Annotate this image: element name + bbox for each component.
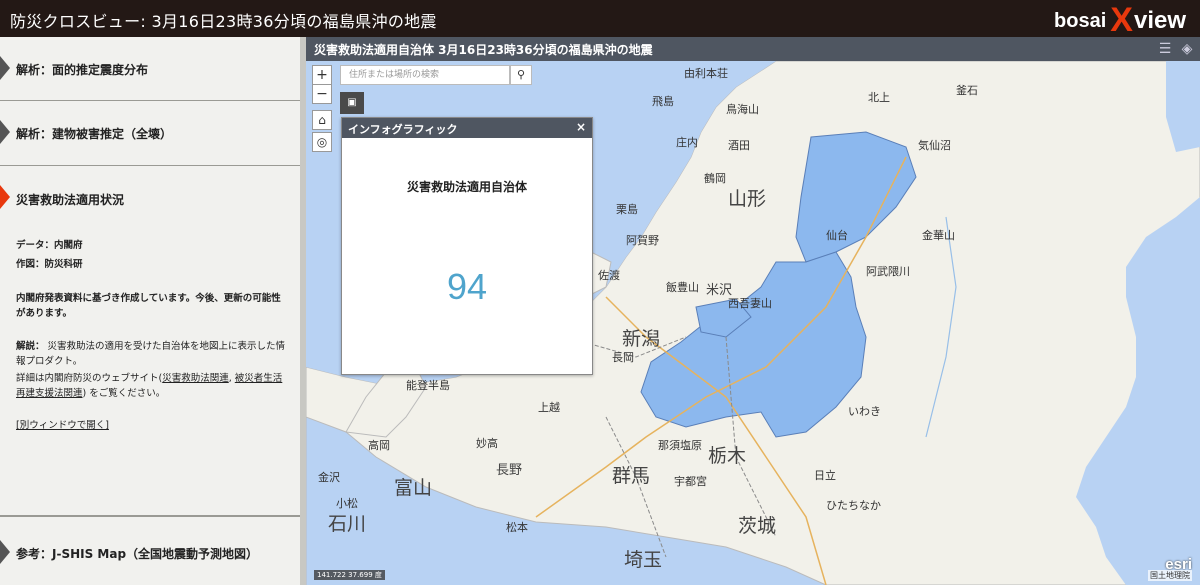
update-note: 内閣府発表資料に基づき作成しています。今後、更新の可能性があります。 — [16, 293, 281, 319]
map-label: 富山 — [394, 477, 433, 499]
author: 作図：防災科研 — [16, 259, 83, 270]
search-icon[interactable]: ⚲ — [510, 65, 532, 85]
map-label: 釜石 — [956, 84, 978, 97]
infographic-toggle-icon[interactable]: ▣ — [340, 92, 364, 114]
sidebar-section-disaster-relief[interactable]: 災害救助法適用状況 データ：内閣府 作図：防災科研 内閣府発表資料に基づき作成し… — [0, 166, 300, 516]
more-info: 詳細は内閣府防災のウェブサイト(災害救助法関連, 被災者生活再建支援法関連) を… — [16, 371, 286, 401]
search-input[interactable]: 住所または場所の検索 — [340, 65, 510, 85]
open-new-window-link[interactable]: [別ウィンドウで開く] — [16, 418, 109, 433]
map-label: 日立 — [814, 469, 836, 482]
description-text: 災害救助法の適用を受けた自治体を地図上に表示した情報プロダクト。 — [16, 341, 286, 367]
legend-list-icon[interactable]: ☰ — [1156, 40, 1174, 58]
sidebar-section-jshis[interactable]: 参考：J-SHIS Map（全国地震動予測地図） — [0, 516, 300, 586]
page-title: 防災クロスビュー: 3月16日23時36分頃の福島県沖の地震 — [10, 12, 437, 31]
chevron-right-icon — [0, 120, 10, 144]
infographic-title: インフォグラフィック — [348, 123, 458, 136]
map-label: 新潟 — [622, 328, 661, 350]
bosai-xview-logo[interactable]: bosai X view — [1054, 1, 1186, 39]
more-info-suffix: ) をご覧ください。 — [82, 388, 166, 399]
infographic-header: インフォグラフィック × — [342, 118, 592, 138]
map-label: 長野 — [496, 463, 523, 478]
app-header: 防災クロスビュー: 3月16日23時36分頃の福島県沖の地震 bosai X v… — [0, 0, 1200, 37]
layers-icon[interactable]: ◈ — [1178, 40, 1196, 58]
home-icon[interactable]: ⌂ — [312, 110, 332, 130]
map-label: 妙高 — [476, 437, 498, 450]
map-label: 鶴岡 — [704, 172, 726, 185]
close-icon[interactable]: × — [576, 120, 586, 134]
map-label: 那須塩原 — [658, 439, 702, 452]
map-label: 山形 — [728, 188, 767, 210]
chevron-right-icon — [0, 540, 10, 564]
more-info-prefix: 詳細は内閣府防災のウェブサイト( — [16, 373, 163, 384]
sidebar-section-building-damage[interactable]: 解析：建物被害推定（全壊） — [0, 101, 300, 166]
sidebar-section-label: 解析：建物被害推定（全壊） — [16, 127, 173, 141]
map-label: 栗島 — [616, 203, 638, 216]
map-label: 阿武隈川 — [866, 265, 910, 278]
infographic-subtitle: 災害救助法適用自治体 — [406, 180, 527, 194]
sidebar: 解析：面的推定震度分布 解析：建物被害推定（全壊） 災害救助法適用状況 データ：… — [0, 37, 306, 585]
map-label: 上越 — [538, 401, 560, 414]
chevron-right-icon — [0, 56, 10, 80]
description: 解説： 災害救助法の適用を受けた自治体を地図上に表示した情報プロダクト。 — [16, 339, 286, 369]
map-label: 仙台 — [826, 229, 848, 242]
zoom-out-button[interactable]: − — [312, 84, 332, 104]
infographic-panel: インフォグラフィック × 災害救助法適用自治体 94 — [341, 117, 593, 375]
map-label: 飛島 — [652, 95, 674, 108]
sidebar-section-label: 災害救助法適用状況 — [16, 193, 125, 207]
map-label: 北上 — [868, 91, 890, 104]
map-label: 群馬 — [612, 465, 651, 487]
logo-text-bosai: bosai — [1054, 10, 1107, 32]
attribution: 国土地理院 — [1148, 570, 1192, 581]
sidebar-section-label: 解析：面的推定震度分布 — [16, 63, 149, 77]
description-prefix: 解説： — [16, 341, 45, 352]
map-header-bar: 災害救助法適用自治体 3月16日23時36分頃の福島県沖の地震 ☰ ◈ — [306, 37, 1200, 61]
chevron-right-icon — [0, 185, 10, 209]
data-source: データ：内閣府 — [16, 240, 83, 251]
map-label: 能登半島 — [406, 379, 450, 392]
sidebar-section-intensity[interactable]: 解析：面的推定震度分布 — [0, 37, 300, 101]
map-label: 茨城 — [738, 515, 777, 537]
map-label: 気仙沼 — [918, 139, 951, 152]
logo-text-view: view — [1133, 7, 1186, 34]
map-label: 佐渡 — [598, 269, 620, 282]
map-label: ひたちなか — [826, 499, 881, 512]
map-label: 飯豊山 — [666, 281, 699, 294]
link-disaster-relief-act[interactable]: 災害救助法関連 — [162, 373, 229, 384]
sidebar-section-label: 参考：J-SHIS Map（全国地震動予測地図） — [16, 547, 259, 561]
locate-icon[interactable]: ◎ — [312, 132, 332, 152]
map-view[interactable]: 由利本荘 飛島 鳥海山 北上 釜石 庄内 酒田 鶴岡 山形 気仙沼 栗島 阿賀野… — [306, 37, 1200, 585]
map-label: 西吾妻山 — [728, 297, 772, 310]
infographic-count: 94 — [446, 266, 488, 307]
logo-text-x: X — [1110, 1, 1133, 39]
map-label: 宇都宮 — [674, 475, 707, 488]
map-label: 阿賀野 — [626, 234, 659, 247]
zoom-in-button[interactable]: + — [312, 65, 332, 85]
map-label: 金沢 — [318, 471, 340, 484]
map-label: 鳥海山 — [726, 103, 759, 116]
map-header-title: 災害救助法適用自治体 3月16日23時36分頃の福島県沖の地震 — [314, 43, 653, 57]
map-label: 由利本荘 — [684, 67, 728, 80]
map-label: 埼玉 — [624, 549, 663, 571]
map-label: 高岡 — [368, 439, 390, 452]
map-label: 石川 — [328, 513, 367, 535]
map-label: 庄内 — [676, 136, 698, 149]
map-label: 金華山 — [922, 229, 955, 242]
map-label: 長岡 — [612, 351, 634, 364]
map-label: 松本 — [506, 521, 528, 534]
coordinate-readout: 141.722 37.699 度 — [314, 570, 385, 580]
map-label: 栃木 — [708, 445, 747, 467]
map-label: いわき — [848, 405, 881, 418]
map-label: 酒田 — [728, 139, 750, 152]
